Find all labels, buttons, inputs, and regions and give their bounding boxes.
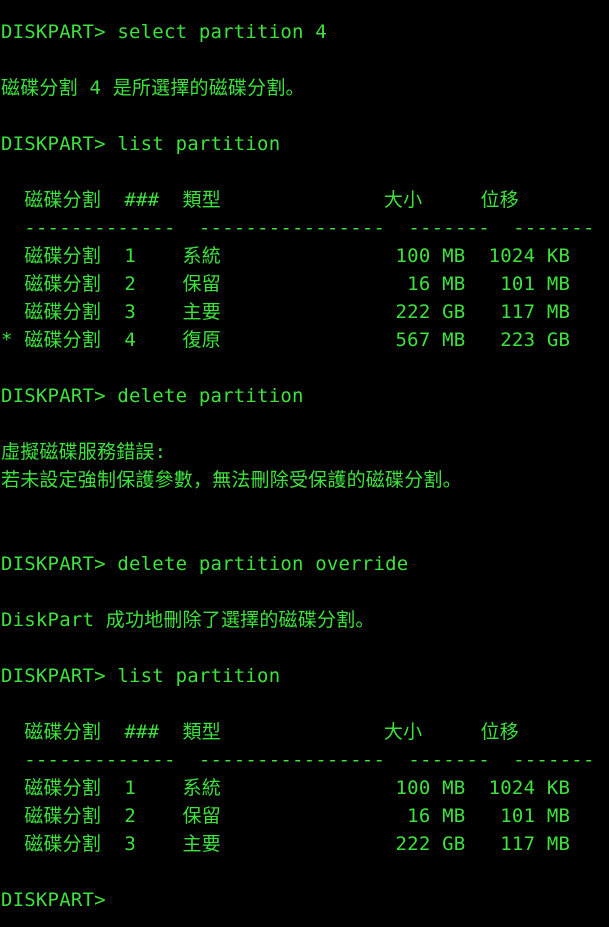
partition-table-row: * 磁碟分割 4 復原 567 MB 223 GB: [1, 329, 571, 351]
partition-table-row: 磁碟分割 3 主要 222 GB 117 MB: [1, 301, 571, 323]
partition-table-row: 磁碟分割 2 保留 16 MB 101 MB: [1, 805, 571, 827]
partition-table-separator: ------------- ---------------- ------- -…: [1, 217, 595, 239]
terminal-line: DISKPART> list partition: [1, 133, 281, 155]
terminal-window[interactable]: DISKPART> select partition 4 磁碟分割 4 是所選擇…: [0, 0, 609, 927]
partition-table-row: 磁碟分割 1 系統 100 MB 1024 KB: [1, 777, 571, 799]
partition-table-separator: ------------- ---------------- ------- -…: [1, 749, 595, 771]
terminal-line: DISKPART> select partition 4: [1, 21, 327, 43]
command-prompt[interactable]: DISKPART>: [0, 886, 609, 914]
partition-table-header: 磁碟分割 ### 類型 大小 位移: [1, 189, 519, 211]
error-message: 若未設定強制保護參數，無法刪除受保護的磁碟分割。: [1, 469, 462, 491]
partition-table-row: 磁碟分割 3 主要 222 GB 117 MB: [1, 833, 571, 855]
partition-table-row: 磁碟分割 2 保留 16 MB 101 MB: [1, 273, 571, 295]
partition-table-row: 磁碟分割 1 系統 100 MB 1024 KB: [1, 245, 571, 267]
error-message: 虛擬磁碟服務錯誤:: [1, 441, 167, 463]
partition-table-header: 磁碟分割 ### 類型 大小 位移: [1, 721, 519, 743]
terminal-line: DISKPART> delete partition: [1, 385, 304, 407]
success-message: DiskPart 成功地刪除了選擇的磁碟分割。: [1, 609, 375, 631]
terminal-line: DISKPART> list partition: [1, 665, 281, 687]
terminal-line: 磁碟分割 4 是所選擇的磁碟分割。: [1, 77, 305, 99]
terminal-line: DISKPART> delete partition override: [1, 553, 409, 575]
